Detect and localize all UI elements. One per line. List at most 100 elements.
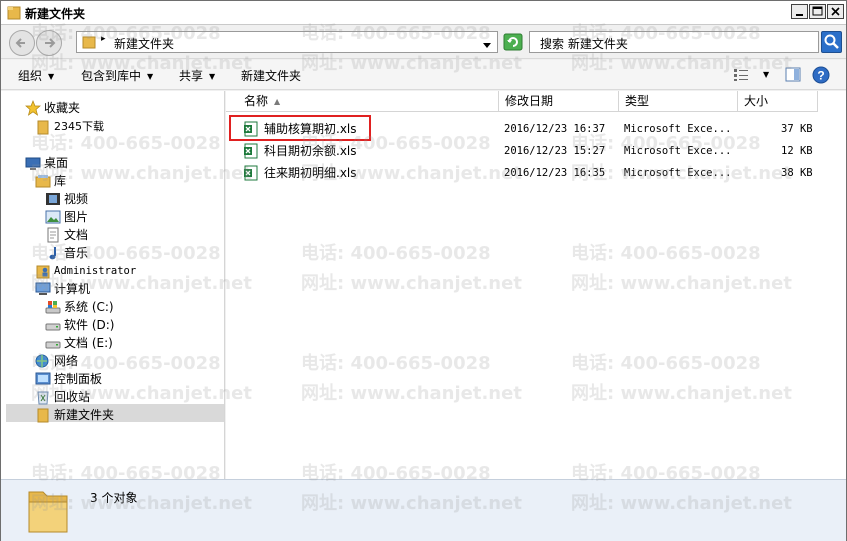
command-bar: 组织 ▼ 包含到库中 ▼ 共享 ▼ 新建文件夹 ▼ ?: [1, 60, 846, 90]
nav-libraries-label: 库: [54, 174, 67, 188]
folder-icon: [7, 6, 21, 20]
file-date: 2016/12/23 16:37: [504, 123, 606, 135]
back-arrow-icon: [15, 38, 25, 48]
nav-computer-label: 计算机: [54, 282, 91, 296]
view-options-icon[interactable]: [733, 68, 749, 82]
computer-icon: [35, 282, 51, 295]
navigation-pane: 收藏夹 2345下载 桌面 库 视频 图片 文档 音乐 Administrato…: [1, 91, 225, 479]
column-header-size[interactable]: 大小: [738, 91, 818, 112]
file-date: 2016/12/23 15:27: [504, 145, 606, 157]
nav-documents-label: 文档: [64, 228, 89, 242]
column-header-date[interactable]: 修改日期: [499, 91, 619, 112]
back-button[interactable]: [9, 30, 35, 56]
file-name[interactable]: 科目期初余额.xls: [264, 140, 357, 162]
forward-button[interactable]: [36, 30, 62, 56]
chevron-down-icon: ▼: [48, 72, 55, 81]
folder-icon: [28, 491, 68, 533]
system-drive-icon: [45, 301, 61, 314]
file-type: Microsoft Exce...: [624, 123, 732, 135]
video-icon: [46, 193, 60, 205]
file-type: Microsoft Exce...: [624, 145, 732, 157]
control-panel-icon: [35, 372, 51, 385]
drive-icon: [45, 341, 61, 349]
chevron-down-icon: ▼: [147, 72, 154, 81]
user-folder-icon: [36, 265, 50, 279]
breadcrumb-current[interactable]: 新建文件夹: [114, 35, 174, 52]
library-icon: [35, 175, 51, 188]
search-input[interactable]: 搜索 新建文件夹: [529, 31, 819, 53]
drive-icon: [45, 323, 61, 331]
network-icon: [35, 354, 49, 368]
file-date: 2016/12/23 16:35: [504, 167, 606, 179]
folder-icon: [37, 120, 49, 135]
search-button[interactable]: [821, 31, 842, 53]
column-type-label: 类型: [625, 94, 650, 108]
minimize-button[interactable]: [791, 4, 808, 19]
maximize-button[interactable]: [809, 4, 826, 19]
nav-recycle-bin-label: 回收站: [54, 390, 91, 404]
file-name[interactable]: 往来期初明细.xls: [264, 162, 357, 184]
share-menu[interactable]: 共享 ▼: [179, 67, 215, 84]
column-date-label: 修改日期: [505, 94, 554, 108]
address-field[interactable]: ▸ 新建文件夹: [76, 31, 498, 53]
nav-downloads-label: 2345下载: [54, 120, 104, 133]
forward-arrow-icon: [45, 38, 56, 48]
file-size: 12 KB: [781, 145, 813, 157]
nav-music-label: 音乐: [64, 246, 89, 260]
file-size: 38 KB: [781, 167, 813, 179]
svg-text:?: ?: [817, 69, 824, 83]
window-title: 新建文件夹: [25, 7, 86, 21]
star-icon: [25, 100, 41, 116]
file-row[interactable]: 往来期初明细.xls 2016/12/23 16:35 Microsoft Ex…: [226, 162, 846, 184]
column-header-type[interactable]: 类型: [619, 91, 738, 112]
nav-current-folder-label: 新建文件夹: [54, 408, 115, 422]
item-count: 3 个对象: [90, 491, 138, 505]
include-library-menu[interactable]: 包含到库中 ▼: [81, 67, 153, 84]
excel-file-icon: [244, 143, 258, 159]
nav-control-panel-label: 控制面板: [54, 372, 103, 386]
excel-file-icon: [244, 165, 258, 181]
new-folder-button[interactable]: 新建文件夹: [241, 67, 301, 84]
refresh-icon[interactable]: [502, 31, 524, 53]
file-type: Microsoft Exce...: [624, 167, 732, 179]
organize-menu[interactable]: 组织 ▼: [18, 67, 54, 84]
address-bar: ▸ 新建文件夹 搜索 新建文件夹: [1, 26, 846, 59]
include-library-label: 包含到库中: [81, 69, 142, 83]
nav-desktop-label: 桌面: [44, 156, 69, 170]
nav-network-label: 网络: [54, 354, 79, 368]
file-size: 37 KB: [781, 123, 813, 135]
help-icon[interactable]: ?: [812, 66, 830, 84]
nav-drive-c-label: 系统 (C:): [64, 300, 114, 314]
preview-pane-icon[interactable]: [785, 67, 801, 82]
nav-user-label: Administrator: [54, 265, 137, 277]
address-dropdown-icon[interactable]: [483, 38, 491, 52]
folder-icon: [37, 408, 49, 423]
column-size-label: 大小: [744, 94, 769, 108]
column-header-name[interactable]: 名称 ▲: [226, 91, 499, 112]
nav-pictures-label: 图片: [64, 210, 89, 224]
explorer-window: 新建文件夹 ▸ 新建文件夹 搜索 新建文件夹 组织 ▼ 包含到库中 ▼ 共享 ▼…: [0, 0, 847, 541]
details-pane: 3 个对象: [1, 479, 846, 541]
column-name-label: 名称: [244, 94, 269, 108]
picture-icon: [45, 210, 61, 224]
nav-videos-label: 视频: [64, 192, 89, 206]
search-icon: [824, 34, 839, 49]
share-label: 共享: [179, 69, 204, 83]
recycle-bin-icon: [37, 391, 49, 405]
folder-icon: [82, 36, 96, 49]
desktop-icon: [25, 157, 41, 170]
breadcrumb-arrow-icon[interactable]: ▸: [101, 34, 106, 44]
document-icon: [47, 227, 59, 243]
sort-up-icon: ▲: [274, 97, 281, 106]
title-bar: 新建文件夹: [1, 1, 846, 25]
red-highlight-box: [229, 115, 371, 141]
organize-label: 组织: [18, 69, 43, 83]
view-dropdown-icon[interactable]: ▼: [763, 70, 769, 79]
file-row[interactable]: 科目期初余额.xls 2016/12/23 15:27 Microsoft Ex…: [226, 140, 846, 162]
close-button[interactable]: [827, 4, 844, 19]
search-placeholder: 搜索 新建文件夹: [540, 37, 628, 51]
chevron-down-icon: ▼: [209, 72, 216, 81]
music-icon: [49, 247, 56, 260]
nav-drive-d-label: 软件 (D:): [64, 318, 115, 332]
file-list: 名称 ▲ 修改日期 类型 大小 辅助核算期初.xls 2016/12/23 16:…: [226, 91, 846, 479]
